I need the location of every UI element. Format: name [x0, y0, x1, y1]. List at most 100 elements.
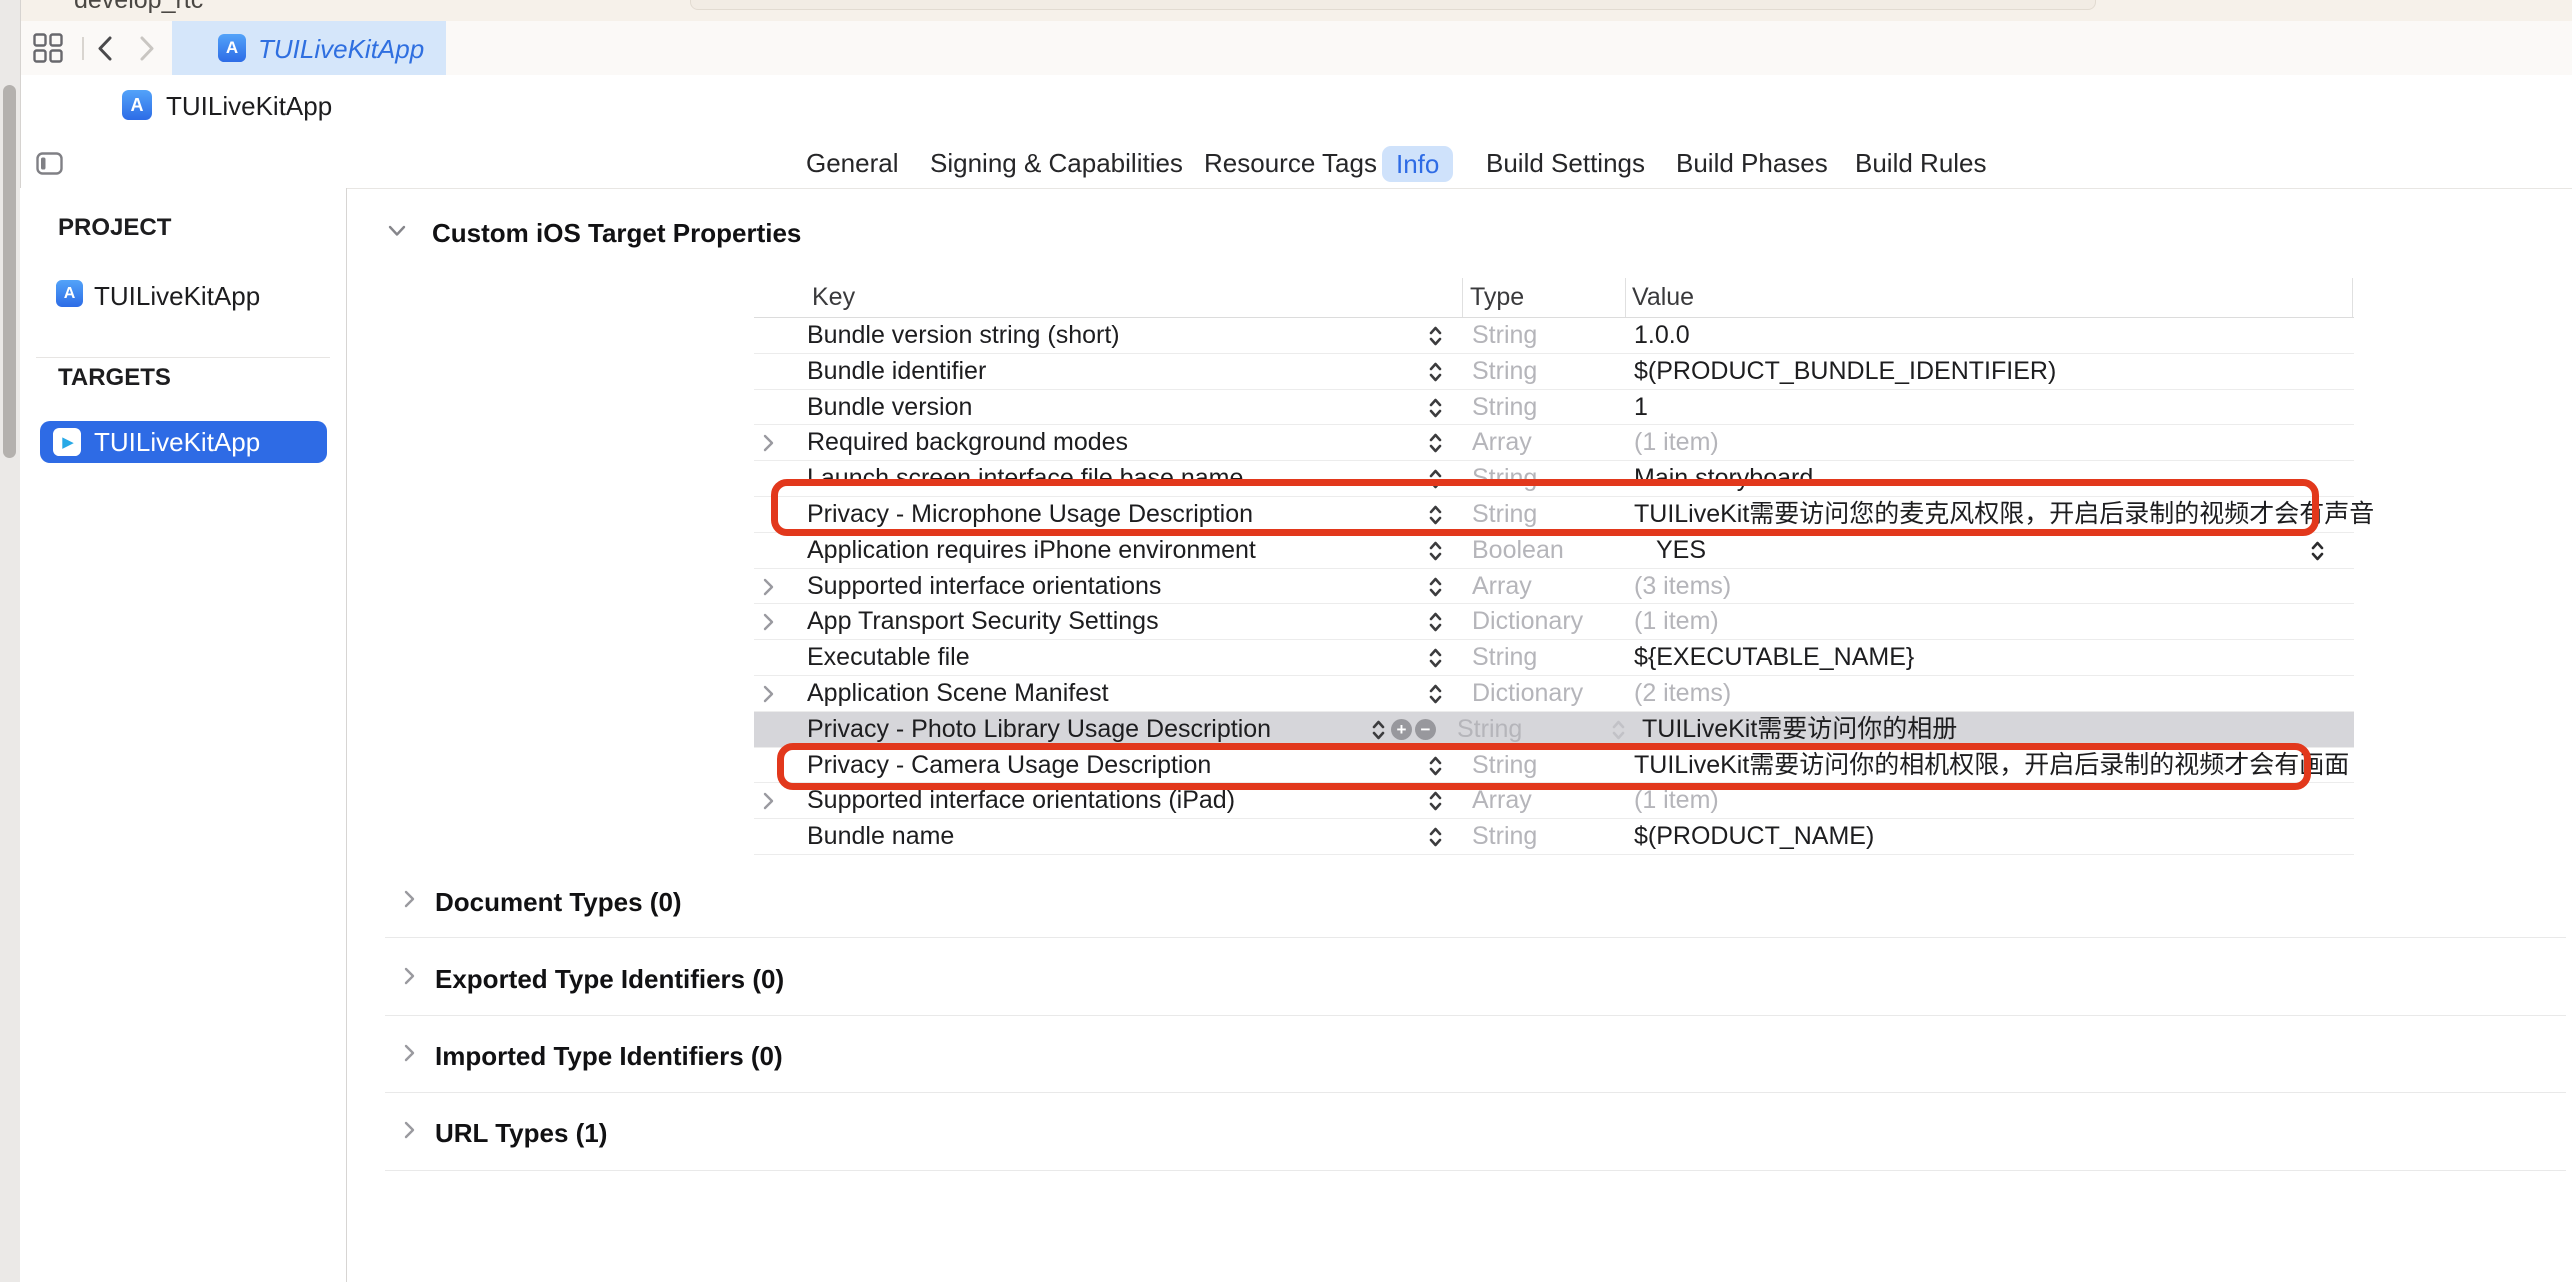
annotation-box-microphone [771, 479, 2319, 536]
section-divider [385, 1092, 2566, 1093]
disclosure-chevron-icon[interactable] [403, 1120, 416, 1140]
sidebar-divider [36, 357, 330, 358]
section-divider [385, 1170, 2566, 1171]
table-header: Key Type Value [754, 276, 2354, 318]
column-separator [1462, 278, 1463, 318]
property-row[interactable]: Executable file String ${EXECUTABLE_NAME} [754, 640, 2354, 676]
section-divider [385, 937, 2566, 938]
property-row[interactable]: Bundle version String 1 [754, 390, 2354, 426]
target-item-label: TUILiveKitApp [94, 421, 260, 463]
app-store-icon: A [56, 280, 83, 307]
tab-info[interactable]: Info [1382, 146, 1453, 182]
property-key: App Transport Security Settings [807, 604, 1159, 639]
activity-status-box [690, 0, 2096, 10]
remove-row-button[interactable]: − [1415, 719, 1436, 740]
target-editor-tabs: General Signing & Capabilities Resource Ta… [0, 139, 2572, 189]
property-key: Bundle name [807, 819, 954, 854]
key-stepper-icon[interactable] [1428, 826, 1443, 861]
property-type[interactable]: Dictionary [1472, 676, 1583, 711]
section-title[interactable]: Exported Type Identifiers (0) [435, 964, 784, 995]
property-row[interactable]: Application Scene Manifest Dictionary (2 i… [754, 676, 2354, 712]
target-app-icon: ▶ [53, 428, 81, 456]
property-value[interactable]: (3 items) [1634, 569, 1731, 604]
property-key: Bundle version [807, 390, 972, 425]
property-value[interactable]: 1 [1634, 390, 1648, 425]
column-separator [2352, 278, 2353, 318]
column-header-key[interactable]: Key [812, 276, 855, 318]
property-type[interactable]: String [1472, 819, 1537, 854]
scheme-name[interactable]: develop_rtc [74, 0, 334, 13]
project-group-label: PROJECT [58, 214, 171, 242]
property-row[interactable]: Application requires iPhone environmentB… [754, 533, 2354, 569]
property-row[interactable]: Bundle identifier String $(PRODUCT_BUNDLE_… [754, 354, 2354, 390]
property-value[interactable]: YES [1656, 533, 1706, 568]
toolbar-separator [82, 37, 84, 60]
page-title: TUILiveKitApp [166, 91, 332, 122]
property-value[interactable]: (2 items) [1634, 676, 1731, 711]
editor-header: A TUILiveKitApp [0, 75, 2572, 140]
tab-build-phases[interactable]: Build Phases [1676, 139, 1828, 188]
property-value[interactable]: $(PRODUCT_BUNDLE_IDENTIFIER) [1634, 354, 2056, 389]
property-row[interactable]: Required background modes Array (1 item) [754, 425, 2354, 461]
property-type[interactable]: Dictionary [1472, 604, 1583, 639]
window-scrollbar-gutter [0, 0, 21, 1282]
tab-build-settings[interactable]: Build Settings [1486, 139, 1645, 188]
xcode-window: { "toolbar": { "scheme_text": "develop_r… [0, 0, 2572, 1282]
property-type[interactable]: String [1457, 712, 1522, 747]
app-store-icon: A [218, 34, 246, 62]
property-key: Privacy - Photo Library Usage Descriptio… [807, 712, 1271, 747]
scrollbar-thumb[interactable] [3, 85, 16, 458]
section-title[interactable]: Imported Type Identifiers (0) [435, 1041, 783, 1072]
property-value[interactable]: $(PRODUCT_NAME) [1634, 819, 1874, 854]
property-row[interactable]: App Transport Security Settings Dictionar… [754, 604, 2354, 640]
property-type[interactable]: String [1472, 390, 1537, 425]
property-row[interactable]: Bundle name String $(PRODUCT_NAME) [754, 819, 2354, 855]
section-divider [385, 1015, 2566, 1016]
window-toolbar: develop_rtc [0, 0, 2572, 22]
annotation-box-camera [777, 743, 2311, 790]
property-type[interactable]: String [1472, 640, 1537, 675]
property-type[interactable]: Boolean [1472, 533, 1564, 568]
disclosure-chevron-icon[interactable] [403, 889, 416, 909]
add-row-button[interactable]: + [1391, 719, 1412, 740]
column-separator [1625, 278, 1626, 318]
property-key: Required background modes [807, 425, 1128, 460]
document-tab[interactable]: A TUILiveKitApp [172, 21, 446, 75]
disclosure-chevron-icon[interactable] [403, 1043, 416, 1063]
tab-build-rules[interactable]: Build Rules [1855, 139, 1987, 188]
property-type[interactable]: String [1472, 354, 1537, 389]
property-row[interactable]: Supported interface orientationsArray(3 … [754, 569, 2354, 605]
property-key: Bundle identifier [807, 354, 986, 389]
property-type[interactable]: Array [1472, 569, 1532, 604]
tab-signing-capabilities[interactable]: Signing & Capabilities [930, 139, 1183, 188]
chevron-down-icon[interactable] [388, 225, 406, 237]
column-header-value[interactable]: Value [1632, 276, 1694, 318]
column-header-type[interactable]: Type [1470, 276, 1524, 318]
tab-resource-tags[interactable]: Resource Tags [1204, 139, 1377, 188]
pane-divider[interactable] [346, 188, 347, 1282]
document-tab-label: TUILiveKitApp [258, 34, 424, 65]
disclosure-chevron-icon[interactable] [403, 966, 416, 986]
property-value[interactable]: ${EXECUTABLE_NAME} [1634, 640, 1914, 675]
property-value[interactable]: TUILiveKit需要访问你的相册 [1642, 712, 1957, 747]
project-item-label: TUILiveKitApp [94, 281, 260, 312]
section-title[interactable]: Document Types (0) [435, 887, 682, 918]
property-key: Bundle version string (short) [807, 318, 1120, 353]
property-value[interactable]: (1 item) [1634, 425, 1719, 460]
property-value[interactable]: 1.0.0 [1634, 318, 1690, 353]
sidebar-item-target[interactable]: ▶ TUILiveKitApp [40, 421, 327, 463]
property-type[interactable]: String [1472, 318, 1537, 353]
sidebar-toggle-icon[interactable] [36, 152, 63, 175]
property-key: Executable file [807, 640, 970, 675]
editor-tab-bar: A TUILiveKitApp [0, 21, 2572, 76]
property-type[interactable]: Array [1472, 425, 1532, 460]
property-value[interactable]: (1 item) [1634, 604, 1719, 639]
forward-icon[interactable] [134, 35, 158, 62]
back-icon[interactable] [94, 35, 118, 62]
tab-overview-icon[interactable] [33, 33, 63, 63]
tab-general[interactable]: General [806, 139, 899, 188]
property-row[interactable]: Bundle version string (short) String 1.0.0 [754, 318, 2354, 354]
property-key: Application Scene Manifest [807, 676, 1109, 711]
section-title[interactable]: URL Types (1) [435, 1118, 607, 1149]
app-store-icon: A [122, 90, 152, 120]
